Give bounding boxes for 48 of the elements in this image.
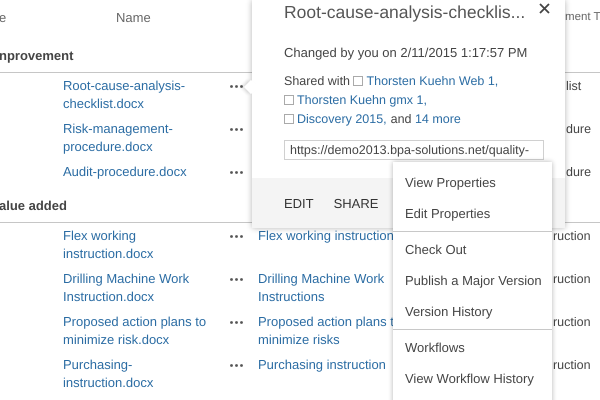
shared-with-text: Shared with Thorsten Kuehn Web 1, Thorsten Kuehn gmx 1, Discovery 2015, and 14 more: [284, 73, 500, 128]
menu-item[interactable]: View Workflow History: [393, 363, 552, 394]
menu-item[interactable]: Edit Properties: [393, 198, 552, 229]
menu-item[interactable]: Publish a Major Version: [393, 265, 552, 296]
table-cell-text: ruction: [553, 228, 591, 245]
table-cell-text: ruction: [553, 271, 591, 288]
checkbox-icon: [284, 114, 294, 124]
table-cell-text: dure: [566, 121, 592, 138]
column-header[interactable]: ment T: [565, 11, 600, 23]
more-options-icon[interactable]: [230, 321, 243, 324]
menu-item[interactable]: Version History: [393, 296, 552, 327]
table-cell-text: dure: [566, 164, 592, 181]
action-button[interactable]: SHARE: [326, 192, 386, 214]
table-cell-text: list: [566, 78, 582, 95]
file-link[interactable]: Audit-procedure.docx: [63, 163, 213, 181]
menu-item[interactable]: View Properties: [393, 167, 552, 198]
more-options-icon[interactable]: [230, 171, 243, 174]
file-link[interactable]: Risk-management-procedure.docx: [63, 120, 213, 156]
close-icon[interactable]: [539, 3, 550, 14]
file-link[interactable]: Purchasing-instruction.docx: [63, 356, 213, 392]
title-link[interactable]: Purchasing instruction: [258, 356, 386, 374]
more-link[interactable]: 14 more: [414, 112, 461, 126]
file-link[interactable]: Proposed action plans to minimize risk.docx: [63, 313, 213, 349]
more-options-icon[interactable]: [230, 278, 243, 281]
title-link[interactable]: Flex working instruction: [258, 227, 394, 245]
action-button[interactable]: EDIT: [276, 192, 322, 214]
table-cell-text: ruction: [553, 314, 591, 331]
more-options-icon[interactable]: [230, 85, 243, 88]
group-heading[interactable]: nprovement: [0, 48, 74, 62]
checkbox-icon: [353, 76, 364, 86]
file-link[interactable]: Flex working instruction.docx: [63, 227, 213, 263]
column-header[interactable]: Name: [116, 10, 151, 24]
checkbox-icon: [284, 95, 294, 105]
file-link[interactable]: Root-cause-analysis-checklist.docx: [63, 77, 213, 113]
menu-item[interactable]: Workflows: [393, 332, 552, 363]
table-cell-text: ruction: [553, 357, 591, 374]
title-link[interactable]: Drilling Machine Work Instructions: [258, 270, 384, 306]
user-link[interactable]: Discovery 2015,: [297, 112, 387, 126]
user-link[interactable]: Thorsten Kuehn gmx 1,: [297, 93, 427, 107]
more-options-icon[interactable]: [230, 128, 243, 131]
user-link[interactable]: Thorsten Kuehn Web 1,: [366, 74, 498, 88]
more-options-icon[interactable]: [230, 364, 243, 367]
menu-item[interactable]: Check Out: [393, 234, 552, 265]
callout-title: Root-cause-analysis-checklis...: [284, 2, 526, 23]
changed-text: Changed by you on 2/11/2015 1:17:57 PM: [284, 45, 528, 60]
file-link[interactable]: Drilling Machine Work Instruction.docx: [63, 270, 213, 306]
url-field[interactable]: https://demo2013.bpa-solutions.net/quality-: [284, 140, 544, 160]
more-options-icon[interactable]: [230, 235, 243, 238]
